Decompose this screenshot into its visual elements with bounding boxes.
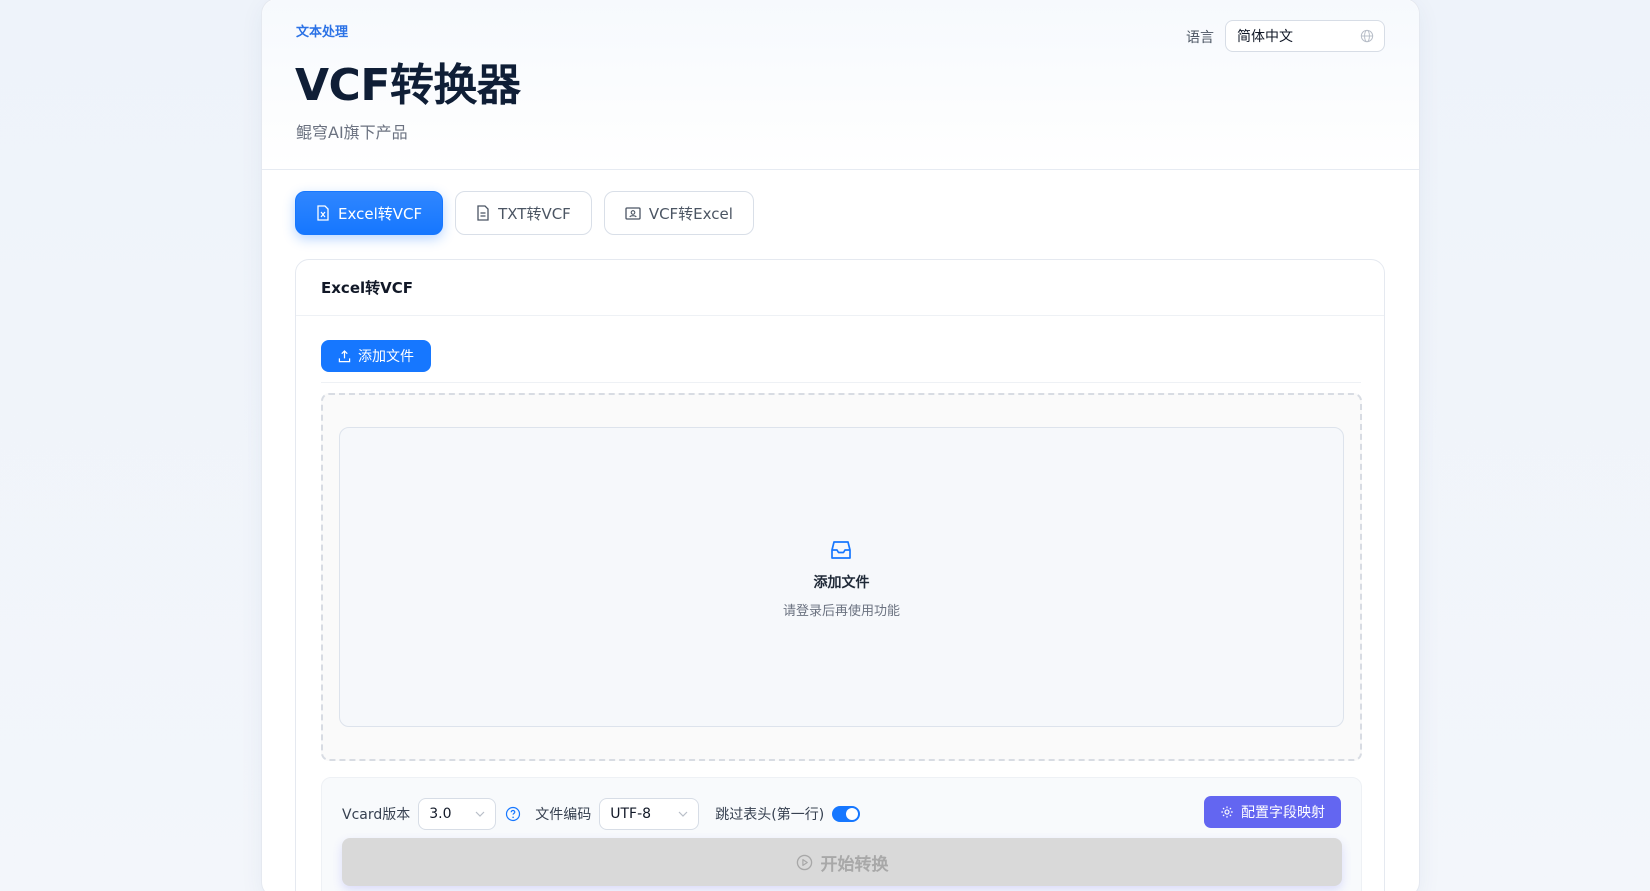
tab-label: TXT转VCF xyxy=(498,204,571,223)
dropzone[interactable]: 添加文件 请登录后再使用功能 xyxy=(339,427,1344,727)
dropzone-description: 请登录后再使用功能 xyxy=(782,604,900,619)
globe-icon xyxy=(1360,29,1374,43)
divider xyxy=(321,382,1361,383)
encoding-label: 文件编码 xyxy=(535,807,592,823)
language-value: 简体中文 xyxy=(1237,29,1293,45)
encoding-select[interactable]: UTF-8 xyxy=(599,798,700,830)
tab-label: Excel转VCF xyxy=(338,204,423,223)
page-subtitle: 鲲穹AI旗下产品 xyxy=(296,123,408,142)
add-file-label: 添加文件 xyxy=(358,349,414,365)
page-header: 文本处理 VCF转换器 鲲穹AI旗下产品 语言 简体中文 xyxy=(262,0,1419,170)
vcard-version-value: 3.0 xyxy=(429,806,452,822)
tab-txt-to-vcf[interactable]: TXT转VCF xyxy=(455,191,592,235)
tab-label: VCF转Excel xyxy=(648,204,733,223)
tab-excel-to-vcf[interactable]: Excel转VCF xyxy=(295,191,444,235)
panel-title: Excel转VCF xyxy=(296,260,1384,316)
chevron-down-icon xyxy=(475,811,485,817)
page-card: 文本处理 VCF转换器 鲲穹AI旗下产品 语言 简体中文 Excel转VCF T… xyxy=(261,0,1420,891)
category-label: 文本处理 xyxy=(296,25,349,40)
language-label: 语言 xyxy=(1186,30,1214,46)
dropzone-title: 添加文件 xyxy=(813,575,870,591)
skip-header-toggle[interactable] xyxy=(832,806,861,822)
options-row: Vcard版本 3.0 文件编码 UTF-8 跳过表头(第一行) xyxy=(342,798,861,830)
configure-mapping-label: 配置字段映射 xyxy=(1241,805,1325,821)
start-convert-button[interactable]: 开始转换 xyxy=(342,838,1342,886)
chevron-down-icon xyxy=(678,811,688,817)
page-title: VCF转换器 xyxy=(295,60,521,111)
language-select[interactable]: 简体中文 xyxy=(1225,20,1385,52)
skip-header-label: 跳过表头(第一行) xyxy=(715,807,825,823)
vcard-version-select[interactable]: 3.0 xyxy=(418,798,497,830)
add-file-button[interactable]: 添加文件 xyxy=(321,340,431,372)
tab-bar: Excel转VCF TXT转VCF VCF转Excel xyxy=(295,191,766,235)
vcard-version-label: Vcard版本 xyxy=(342,807,411,823)
encoding-value: UTF-8 xyxy=(610,806,652,822)
play-circle-icon xyxy=(796,854,812,870)
excel-file-icon xyxy=(317,205,329,221)
help-icon[interactable] xyxy=(505,806,521,822)
options-panel: Vcard版本 3.0 文件编码 UTF-8 跳过表头(第一行) 配置字段映射 … xyxy=(321,777,1362,891)
contact-card-icon xyxy=(625,207,641,220)
upload-area: 添加文件 请登录后再使用功能 xyxy=(321,393,1362,761)
configure-mapping-button[interactable]: 配置字段映射 xyxy=(1204,796,1341,828)
text-file-icon xyxy=(477,205,489,221)
tab-vcf-to-excel[interactable]: VCF转Excel xyxy=(603,191,754,235)
gear-icon xyxy=(1221,806,1233,818)
inbox-icon xyxy=(831,541,851,559)
converter-panel: Excel转VCF 添加文件 添加文件 请登录后再使用功能 Vcard版本 3.… xyxy=(295,259,1385,891)
start-convert-label: 开始转换 xyxy=(820,854,889,875)
upload-icon xyxy=(338,349,351,362)
